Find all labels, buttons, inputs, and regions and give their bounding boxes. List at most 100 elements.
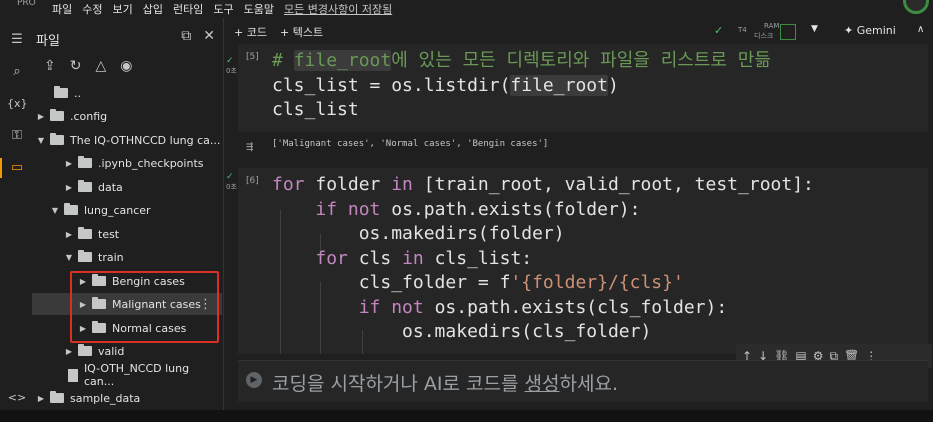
drive-icon[interactable]: △ xyxy=(95,58,106,74)
tree-item-ipynb-checkpoints[interactable]: ▶ .ipynb_checkpoints xyxy=(32,152,222,174)
cell-output: ⇶ ['Malignant cases', 'Normal cases', 'B… xyxy=(238,133,928,161)
menu-edit[interactable]: 수정 xyxy=(82,1,102,17)
folder-icon xyxy=(50,391,64,403)
tree-item-iq-othnccd[interactable]: ▼ The IQ-OTHNCCD lung ca... xyxy=(32,129,222,151)
chevron-down-icon[interactable]: ▼ xyxy=(811,24,818,34)
variables-icon[interactable]: {x} xyxy=(7,94,28,114)
run-icon[interactable]: ▶ xyxy=(246,372,262,388)
chevron-right-icon[interactable]: ▶ xyxy=(64,230,74,239)
tree-item-test[interactable]: ▶ test xyxy=(32,223,222,245)
resource-bars xyxy=(780,24,796,40)
colab-window: PRO 파일 수정 보기 삽입 런타임 도구 도움말 모든 변경사항이 저장됨 … xyxy=(0,0,933,422)
menu-bar: PRO 파일 수정 보기 삽입 런타임 도구 도움말 모든 변경사항이 저장됨 xyxy=(0,0,933,18)
tree-item-sample-data[interactable]: ▶ sample_data xyxy=(32,387,222,409)
close-icon[interactable]: ✕ xyxy=(203,28,215,44)
tree-item-label: lung_cancer xyxy=(84,203,151,217)
folder-icon[interactable]: ▭ xyxy=(0,158,32,178)
menu-items: 파일 수정 보기 삽입 런타임 도구 도움말 모든 변경사항이 저장됨 xyxy=(52,1,402,17)
tree-item-zip-file[interactable]: IQ-OTH_NCCD lung can... xyxy=(32,362,222,388)
add-code-button[interactable]: + 코드 xyxy=(234,24,267,40)
chevron-right-icon[interactable]: ▶ xyxy=(36,394,46,403)
collapse-icon[interactable]: ∧ xyxy=(917,24,924,35)
code-snippets-icon[interactable]: <> xyxy=(7,388,27,408)
chevron-right-icon[interactable]: ▶ xyxy=(64,159,74,168)
tree-item-label: The IQ-OTHNCCD lung ca... xyxy=(70,133,221,147)
new-code-cell[interactable]: ▶ 코딩을 시작하거나 AI로 코드를 생성하세요. xyxy=(238,360,928,402)
tree-item-lung-cancer[interactable]: ▼ lung_cancer xyxy=(32,199,222,221)
file-panel-title: 파일 xyxy=(36,34,60,49)
menu-help[interactable]: 도움말 xyxy=(244,1,274,17)
folder-icon xyxy=(78,156,92,168)
menu-runtime[interactable]: 런타임 xyxy=(173,1,203,17)
notebook-body: ✓ 0초 [5] # file_root에 있는 모든 디렉토리와 파일을 리스… xyxy=(224,44,933,410)
resource-indicator[interactable]: T4 RAM 디스크 xyxy=(722,22,802,42)
bottom-bar xyxy=(0,410,933,422)
folder-icon xyxy=(78,180,92,192)
tree-item-data[interactable]: ▶ data xyxy=(32,176,222,198)
tree-item-label: .config xyxy=(70,109,108,123)
gemini-label: Gemini xyxy=(856,24,896,37)
chevron-right-icon[interactable]: ▶ xyxy=(36,112,46,121)
tree-item-label: test xyxy=(98,227,120,241)
key-icon[interactable]: ⚿ xyxy=(7,126,27,146)
menu-file[interactable]: 파일 xyxy=(52,1,72,17)
gemini-button[interactable]: ✦ Gemini xyxy=(844,24,896,37)
chevron-right-icon[interactable]: ▶ xyxy=(64,183,74,192)
code-cell-5[interactable]: ✓ 0초 [5] # file_root에 있는 모든 디렉토리와 파일을 리스… xyxy=(226,44,928,132)
cell-number: [6] xyxy=(246,176,259,186)
tree-item-train[interactable]: ▼ train xyxy=(32,246,222,268)
chevron-down-icon[interactable]: ▼ xyxy=(36,136,46,145)
file-toolbar: ⇪ ↻ △ ◉ xyxy=(44,58,132,74)
search-icon[interactable]: ⌕ xyxy=(7,62,27,82)
tree-item-label: valid xyxy=(98,344,125,358)
avatar[interactable] xyxy=(903,0,929,14)
cell-placeholder[interactable]: 코딩을 시작하거나 AI로 코드를 생성하세요. xyxy=(272,369,618,396)
save-status[interactable]: 모든 변경사항이 저장됨 xyxy=(284,1,392,17)
open-in-tab-icon[interactable]: ⧉ xyxy=(181,28,191,44)
visibility-icon[interactable]: ◉ xyxy=(120,58,132,74)
menu-insert[interactable]: 삽입 xyxy=(143,1,163,17)
add-text-button[interactable]: + 텍스트 xyxy=(280,24,323,40)
pro-badge: PRO xyxy=(17,0,36,8)
tree-item-config[interactable]: ▶ .config xyxy=(32,105,222,127)
tree-item-label: sample_data xyxy=(70,391,141,405)
exec-time: 0초 xyxy=(226,183,237,191)
notebook-toolbar: + 코드 + 텍스트 ✓ T4 RAM 디스크 ▼ ✦ Gemini ∧ xyxy=(224,18,933,44)
folder-open-icon xyxy=(54,86,68,98)
chevron-down-icon[interactable]: ▼ xyxy=(64,253,74,262)
tree-item-valid[interactable]: ▶ valid xyxy=(32,340,222,362)
folder-icon xyxy=(50,109,64,121)
chevron-down-icon[interactable]: ▼ xyxy=(50,206,60,215)
left-rail: ☰ ⌕ {x} ⚿ ▭ <> xyxy=(0,18,32,410)
code-editor[interactable]: for folder in [train_root, valid_root, t… xyxy=(272,173,814,345)
code-editor[interactable]: # file_root에 있는 모든 디렉토리와 파일을 리스트로 만듦 cls… xyxy=(272,49,771,123)
chevron-right-icon[interactable]: ▶ xyxy=(64,347,74,356)
tree-item-label: IQ-OTH_NCCD lung can... xyxy=(83,362,190,388)
refresh-icon[interactable]: ↻ xyxy=(70,58,82,74)
generate-link[interactable]: 생성 xyxy=(525,373,560,395)
check-icon: ✓ xyxy=(226,56,234,66)
menu-view[interactable]: 보기 xyxy=(113,1,133,17)
output-text: ['Malignant cases', 'Normal cases', 'Ben… xyxy=(272,139,549,149)
file-panel: 파일 ⧉ ✕ ⇪ ↻ △ ◉ .. ▶ .config ▼ The IQ-OTH… xyxy=(32,18,224,410)
upload-icon[interactable]: ⇪ xyxy=(44,58,56,74)
code-cell-6[interactable]: ✓ 0초 [6] for folder in [train_root, vali… xyxy=(226,168,928,354)
exec-time: 0초 xyxy=(226,67,237,75)
tree-item-up[interactable]: .. xyxy=(32,82,222,104)
placeholder-text: 코딩을 시작하거나 AI로 코드를 xyxy=(272,373,525,395)
cell-number: [5] xyxy=(246,52,259,62)
folder-icon xyxy=(78,227,92,239)
folder-icon xyxy=(64,203,78,215)
placeholder-text: 하세요. xyxy=(559,373,618,395)
check-icon: ✓ xyxy=(226,172,234,182)
file-icon xyxy=(68,368,78,382)
folder-icon xyxy=(50,133,64,145)
folder-icon xyxy=(78,344,92,356)
disk-label: 디스크 xyxy=(754,32,774,40)
runtime-type: T4 xyxy=(738,26,747,34)
output-menu-icon[interactable]: ⇶ xyxy=(246,139,253,153)
menu-tools[interactable]: 도구 xyxy=(213,1,233,17)
toc-icon[interactable]: ☰ xyxy=(7,30,27,50)
tree-item-label: .. xyxy=(74,86,81,100)
ram-label: RAM xyxy=(764,22,780,30)
